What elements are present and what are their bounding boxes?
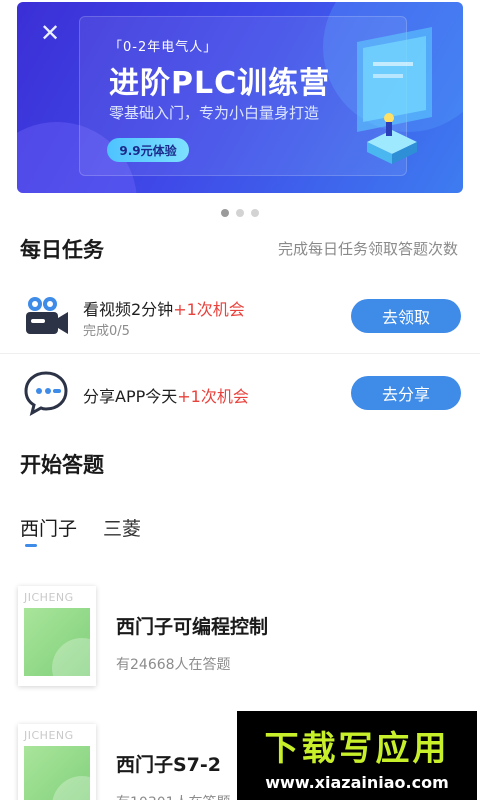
divider <box>0 353 480 354</box>
watermark-title: 下载写应用 <box>264 729 450 769</box>
video-camera-icon <box>26 297 68 334</box>
carousel-dot[interactable] <box>236 209 244 217</box>
watermark-url: www.xiazainiao.com <box>265 773 449 792</box>
thumbnail-brand: JICHENG <box>24 591 74 604</box>
task-title: 看视频2分钟+1次机会 <box>83 300 245 319</box>
quiz-participants: 有10301人在答题 <box>116 792 231 800</box>
claim-button[interactable]: 去领取 <box>351 299 461 333</box>
quiz-participants: 有24668人在答题 <box>116 657 231 673</box>
share-button[interactable]: 去分享 <box>351 376 461 410</box>
site-watermark: 下载写应用 www.xiazainiao.com <box>237 711 477 800</box>
quiz-thumbnail: JICHENG <box>18 586 96 686</box>
banner-title: 进阶PLC训练营 <box>109 66 331 101</box>
quiz-thumbnail: JICHENG <box>18 724 96 800</box>
promo-banner[interactable]: ✕ 「0-2年电气人」 进阶PLC训练营 零基础入门，专为小白量身打造 9.9元… <box>17 2 463 193</box>
monitor-illustration-icon <box>357 27 432 164</box>
chat-bubble-icon <box>24 371 68 416</box>
quiz-tabs: 西门子 三菱 <box>20 514 141 541</box>
quiz-item[interactable]: JICHENG 西门子可编程控制 有24668人在答题 <box>0 586 480 696</box>
task-progress: 完成0/5 <box>83 324 130 339</box>
banner-subtitle: 零基础入门，专为小白量身打造 <box>109 104 320 122</box>
quiz-title: 西门子可编程控制 <box>116 616 269 638</box>
carousel-indicator <box>0 209 480 217</box>
tab-siemens[interactable]: 西门子 <box>20 514 77 541</box>
daily-tasks-hint: 完成每日任务领取答题次数 <box>277 240 458 258</box>
quiz-title: 西门子S7-2 <box>116 754 222 776</box>
start-quiz-title: 开始答题 <box>20 453 104 477</box>
close-icon[interactable]: ✕ <box>35 18 65 48</box>
carousel-dot[interactable] <box>221 209 229 217</box>
task-title: 分享APP今天+1次机会 <box>83 387 249 406</box>
daily-tasks-title: 每日任务 <box>20 238 104 262</box>
tab-mitsubishi[interactable]: 三菱 <box>103 514 141 541</box>
banner-tag: 「0-2年电气人」 <box>109 40 218 55</box>
trial-price-button[interactable]: 9.9元体验 <box>107 138 189 162</box>
thumbnail-image <box>24 746 90 800</box>
carousel-dot[interactable] <box>251 209 259 217</box>
thumbnail-brand: JICHENG <box>24 729 74 742</box>
thumbnail-image <box>24 608 90 676</box>
active-tab-indicator <box>25 544 37 547</box>
